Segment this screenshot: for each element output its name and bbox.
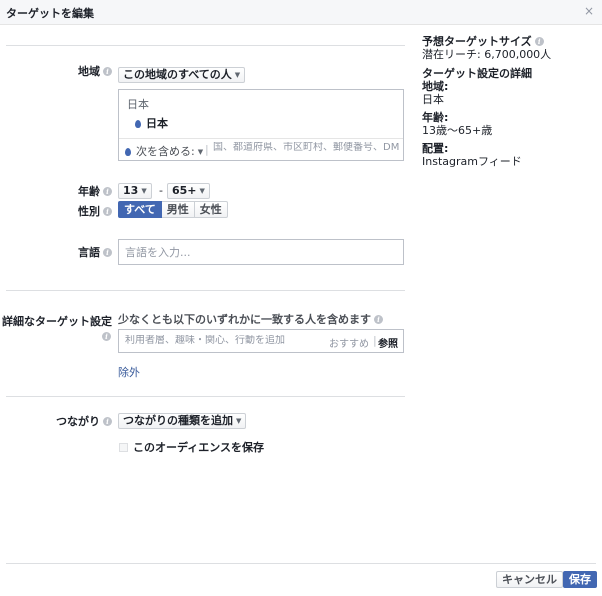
edit-targeting-dialog: ターゲットを編集 × 地域 i この地域のすべての人 ▼ 日本 日本 次を含める: ▼…: [0, 0, 602, 596]
chevron-down-icon: ▼: [197, 148, 204, 156]
sidebar-location-value: 日本: [422, 93, 444, 106]
age-min-dropdown[interactable]: 13 ▼: [118, 183, 152, 199]
potential-reach: 潜在リーチ: 6,700,000人: [422, 48, 552, 61]
location-scope-dropdown[interactable]: この地域のすべての人 ▼: [118, 67, 246, 83]
location-country-heading: 日本: [127, 98, 149, 111]
language-input[interactable]: [118, 239, 404, 265]
separator: |: [373, 334, 377, 347]
gender-label: 性別 i: [78, 203, 112, 219]
chevron-down-icon: ▼: [236, 417, 242, 425]
info-icon: i: [103, 248, 112, 257]
age-label: 年齢 i: [78, 183, 112, 199]
info-icon: i: [534, 37, 544, 46]
info-icon: i: [103, 417, 112, 426]
location-label: 地域 i: [78, 63, 112, 79]
save-audience-checkbox-row[interactable]: このオーディエンスを保存: [119, 439, 264, 455]
info-icon: i: [103, 187, 112, 196]
footer-divider: [6, 563, 596, 564]
info-icon: i: [102, 332, 111, 341]
location-input-row: 次を含める: ▼ |: [119, 138, 403, 160]
age-range-dash: -: [159, 184, 163, 197]
gender-female-button[interactable]: 女性: [194, 201, 228, 218]
save-button[interactable]: 保存: [563, 571, 597, 588]
separator: |: [205, 143, 209, 156]
info-icon: i: [103, 207, 112, 216]
age-max-dropdown[interactable]: 65+ ▼: [167, 183, 210, 199]
divider-middle: [6, 290, 405, 291]
detailed-targeting-description: 少なくとも以下のいずれかに一致する人を含めます i: [118, 311, 383, 327]
info-icon: i: [374, 315, 383, 324]
divider-top: [6, 45, 405, 46]
divider-lower: [6, 396, 405, 397]
gender-all-button[interactable]: すべて: [118, 201, 162, 218]
connections-dropdown[interactable]: つながりの種類を追加 ▼: [118, 413, 247, 429]
detailed-targeting-box: おすすめ | 参照: [118, 329, 404, 353]
connections-label: つながり i: [56, 413, 112, 429]
language-label: 言語 i: [78, 244, 112, 260]
info-icon: i: [103, 67, 112, 76]
map-pin-icon: [125, 148, 131, 156]
exclude-link[interactable]: 除外: [118, 364, 140, 380]
dialog-header: ターゲットを編集 ×: [0, 0, 602, 25]
detailed-targeting-input[interactable]: [125, 335, 321, 346]
chevron-down-icon: ▼: [234, 71, 241, 79]
save-audience-checkbox[interactable]: [119, 443, 128, 452]
browse-button[interactable]: 参照: [378, 335, 398, 350]
sidebar-age-value: 13歳〜65+歳: [422, 124, 493, 137]
location-mode-dropdown[interactable]: 次を含める: ▼: [125, 143, 203, 159]
chevron-down-icon: ▼: [199, 187, 205, 195]
location-box: 日本 日本 次を含める: ▼ |: [118, 89, 404, 161]
location-search-input[interactable]: [213, 142, 399, 153]
gender-male-button[interactable]: 男性: [161, 201, 195, 218]
selected-location-item: 日本: [135, 115, 168, 131]
detailed-targeting-label: 詳細なターゲット設定: [2, 315, 112, 328]
chevron-down-icon: ▼: [141, 187, 147, 195]
map-pin-icon: [135, 120, 141, 128]
cancel-button[interactable]: キャンセル: [496, 571, 563, 588]
gender-segmented-control: すべて 男性 女性: [118, 201, 228, 218]
suggestions-button[interactable]: おすすめ: [329, 335, 369, 350]
sidebar-placement-value: Instagramフィード: [422, 155, 522, 168]
dialog-title: ターゲットを編集: [6, 7, 94, 20]
close-icon[interactable]: ×: [584, 4, 594, 18]
